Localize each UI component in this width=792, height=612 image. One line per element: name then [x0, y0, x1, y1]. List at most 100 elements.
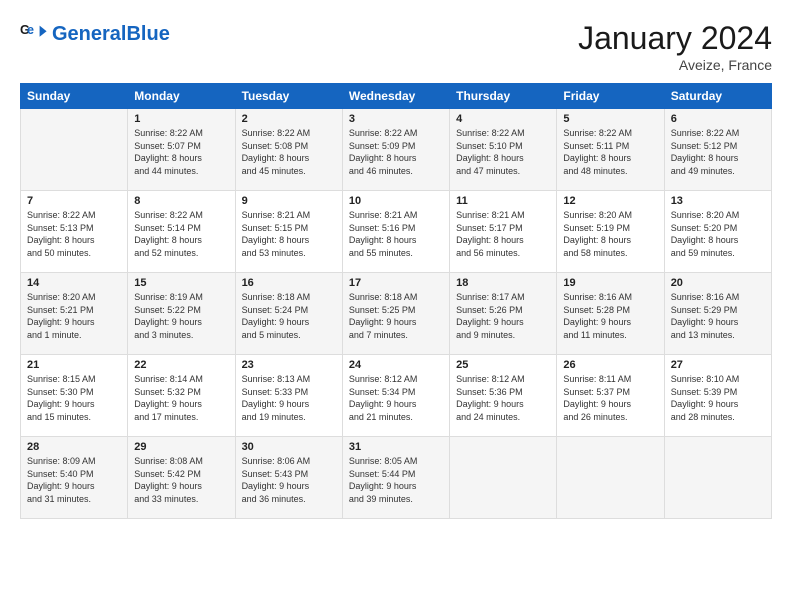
calendar-table: SundayMondayTuesdayWednesdayThursdayFrid…	[20, 83, 772, 519]
calendar-cell: 19 Sunrise: 8:16 AMSunset: 5:28 PMDayligh…	[557, 273, 664, 355]
day-number: 13	[671, 195, 765, 207]
calendar-cell: 26Sunrise: 8:11 AMSunset: 5:37 PMDayligh…	[557, 355, 664, 437]
calendar-cell: 14Sunrise: 8:20 AMSunset: 5:21 PMDayligh…	[21, 273, 128, 355]
day-number: 2	[242, 113, 336, 125]
calendar-cell: 5 Sunrise: 8:22 AMSunset: 5:11 PMDaylight…	[557, 109, 664, 191]
logo-blue: Blue	[126, 23, 169, 45]
day-number: 29	[134, 441, 228, 453]
day-number: 6	[671, 113, 765, 125]
day-number: 9	[242, 195, 336, 207]
cell-content: Sunrise: 8:13 AMSunset: 5:33 PMDaylight:…	[242, 373, 336, 423]
cell-content: Sunrise: 8:20 AMSunset: 5:20 PMDaylight:…	[671, 209, 765, 259]
day-number: 4	[456, 113, 550, 125]
cell-content: Sunrise: 8:21 AMSunset: 5:16 PMDaylight:…	[349, 209, 443, 259]
calendar-cell: 20 Sunrise: 8:16 AMSunset: 5:29 PMDayligh…	[664, 273, 771, 355]
day-number: 30	[242, 441, 336, 453]
cell-content: Sunrise: 8:22 AMSunset: 5:14 PMDaylight:…	[134, 209, 228, 259]
day-number: 16	[242, 277, 336, 289]
calendar-cell: 31 Sunrise: 8:05 AMSunset: 5:44 PMDayligh…	[342, 437, 449, 519]
cell-content: Sunrise: 8:22 AMSunset: 5:08 PMDaylight:…	[242, 127, 336, 177]
calendar-cell: 7Sunrise: 8:22 AMSunset: 5:13 PMDaylight…	[21, 191, 128, 273]
calendar-cell: 1 Sunrise: 8:22 AMSunset: 5:07 PMDaylight…	[128, 109, 235, 191]
day-number: 17	[349, 277, 443, 289]
calendar-cell: 28Sunrise: 8:09 AMSunset: 5:40 PMDayligh…	[21, 437, 128, 519]
cell-content: Sunrise: 8:18 AMSunset: 5:24 PMDaylight:…	[242, 291, 336, 341]
cell-content: Sunrise: 8:15 AMSunset: 5:30 PMDaylight:…	[27, 373, 121, 423]
day-header-saturday: Saturday	[664, 84, 771, 109]
calendar-cell	[557, 437, 664, 519]
cell-content: Sunrise: 8:16 AMSunset: 5:29 PMDaylight:…	[671, 291, 765, 341]
week-row-1: 1 Sunrise: 8:22 AMSunset: 5:07 PMDaylight…	[21, 109, 772, 191]
day-header-sunday: Sunday	[21, 84, 128, 109]
cell-content: Sunrise: 8:10 AMSunset: 5:39 PMDaylight:…	[671, 373, 765, 423]
week-row-2: 7Sunrise: 8:22 AMSunset: 5:13 PMDaylight…	[21, 191, 772, 273]
calendar-cell: 29 Sunrise: 8:08 AMSunset: 5:42 PMDayligh…	[128, 437, 235, 519]
day-header-monday: Monday	[128, 84, 235, 109]
cell-content: Sunrise: 8:16 AMSunset: 5:28 PMDaylight:…	[563, 291, 657, 341]
calendar-cell: 21Sunrise: 8:15 AMSunset: 5:30 PMDayligh…	[21, 355, 128, 437]
calendar-cell: 13 Sunrise: 8:20 AMSunset: 5:20 PMDayligh…	[664, 191, 771, 273]
cell-content: Sunrise: 8:12 AMSunset: 5:36 PMDaylight:…	[456, 373, 550, 423]
day-number: 15	[134, 277, 228, 289]
header: G e GeneralBlue January 2024 Aveize, Fra…	[20, 20, 772, 73]
cell-content: Sunrise: 8:22 AMSunset: 5:07 PMDaylight:…	[134, 127, 228, 177]
cell-content: Sunrise: 8:05 AMSunset: 5:44 PMDaylight:…	[349, 455, 443, 505]
calendar-cell: 10 Sunrise: 8:21 AMSunset: 5:16 PMDayligh…	[342, 191, 449, 273]
cell-content: Sunrise: 8:22 AMSunset: 5:12 PMDaylight:…	[671, 127, 765, 177]
calendar-cell: 25 Sunrise: 8:12 AMSunset: 5:36 PMDayligh…	[450, 355, 557, 437]
location: Aveize, France	[578, 57, 772, 73]
cell-content: Sunrise: 8:14 AMSunset: 5:32 PMDaylight:…	[134, 373, 228, 423]
week-row-4: 21Sunrise: 8:15 AMSunset: 5:30 PMDayligh…	[21, 355, 772, 437]
cell-content: Sunrise: 8:18 AMSunset: 5:25 PMDaylight:…	[349, 291, 443, 341]
cell-content: Sunrise: 8:21 AMSunset: 5:17 PMDaylight:…	[456, 209, 550, 259]
cell-content: Sunrise: 8:06 AMSunset: 5:43 PMDaylight:…	[242, 455, 336, 505]
day-number: 1	[134, 113, 228, 125]
week-row-3: 14Sunrise: 8:20 AMSunset: 5:21 PMDayligh…	[21, 273, 772, 355]
day-number: 31	[349, 441, 443, 453]
calendar-cell: 3Sunrise: 8:22 AMSunset: 5:09 PMDaylight…	[342, 109, 449, 191]
title-block: January 2024 Aveize, France	[578, 20, 772, 73]
day-number: 22	[134, 359, 228, 371]
calendar-cell: 12 Sunrise: 8:20 AMSunset: 5:19 PMDayligh…	[557, 191, 664, 273]
cell-content: Sunrise: 8:22 AMSunset: 5:09 PMDaylight:…	[349, 127, 443, 177]
cell-content: Sunrise: 8:21 AMSunset: 5:15 PMDaylight:…	[242, 209, 336, 259]
day-number: 20	[671, 277, 765, 289]
cell-content: Sunrise: 8:20 AMSunset: 5:19 PMDaylight:…	[563, 209, 657, 259]
logo-general: General	[52, 23, 126, 45]
page: G e GeneralBlue January 2024 Aveize, Fra…	[0, 0, 792, 612]
day-number: 18	[456, 277, 550, 289]
calendar-cell: 18 Sunrise: 8:17 AMSunset: 5:26 PMDayligh…	[450, 273, 557, 355]
day-number: 24	[349, 359, 443, 371]
day-number: 25	[456, 359, 550, 371]
calendar-cell: 17 Sunrise: 8:18 AMSunset: 5:25 PMDayligh…	[342, 273, 449, 355]
day-number: 14	[27, 277, 121, 289]
month-title: January 2024	[578, 20, 772, 57]
day-number: 10	[349, 195, 443, 207]
day-number: 23	[242, 359, 336, 371]
cell-content: Sunrise: 8:08 AMSunset: 5:42 PMDaylight:…	[134, 455, 228, 505]
day-number: 28	[27, 441, 121, 453]
day-number: 5	[563, 113, 657, 125]
cell-content: Sunrise: 8:22 AMSunset: 5:11 PMDaylight:…	[563, 127, 657, 177]
day-number: 12	[563, 195, 657, 207]
day-number: 11	[456, 195, 550, 207]
day-number: 19	[563, 277, 657, 289]
logo-icon: G e	[20, 20, 48, 48]
calendar-cell: 24Sunrise: 8:12 AMSunset: 5:34 PMDayligh…	[342, 355, 449, 437]
calendar-cell: 23 Sunrise: 8:13 AMSunset: 5:33 PMDayligh…	[235, 355, 342, 437]
week-row-5: 28Sunrise: 8:09 AMSunset: 5:40 PMDayligh…	[21, 437, 772, 519]
calendar-cell: 30 Sunrise: 8:06 AMSunset: 5:43 PMDayligh…	[235, 437, 342, 519]
day-number: 26	[563, 359, 657, 371]
calendar-cell: 11 Sunrise: 8:21 AMSunset: 5:17 PMDayligh…	[450, 191, 557, 273]
day-header-wednesday: Wednesday	[342, 84, 449, 109]
cell-content: Sunrise: 8:19 AMSunset: 5:22 PMDaylight:…	[134, 291, 228, 341]
header-row: SundayMondayTuesdayWednesdayThursdayFrid…	[21, 84, 772, 109]
calendar-cell: 4Sunrise: 8:22 AMSunset: 5:10 PMDaylight…	[450, 109, 557, 191]
calendar-cell: 15 Sunrise: 8:19 AMSunset: 5:22 PMDayligh…	[128, 273, 235, 355]
cell-content: Sunrise: 8:17 AMSunset: 5:26 PMDaylight:…	[456, 291, 550, 341]
calendar-cell	[21, 109, 128, 191]
calendar-cell	[664, 437, 771, 519]
day-number: 27	[671, 359, 765, 371]
calendar-cell: 22 Sunrise: 8:14 AMSunset: 5:32 PMDayligh…	[128, 355, 235, 437]
day-header-thursday: Thursday	[450, 84, 557, 109]
